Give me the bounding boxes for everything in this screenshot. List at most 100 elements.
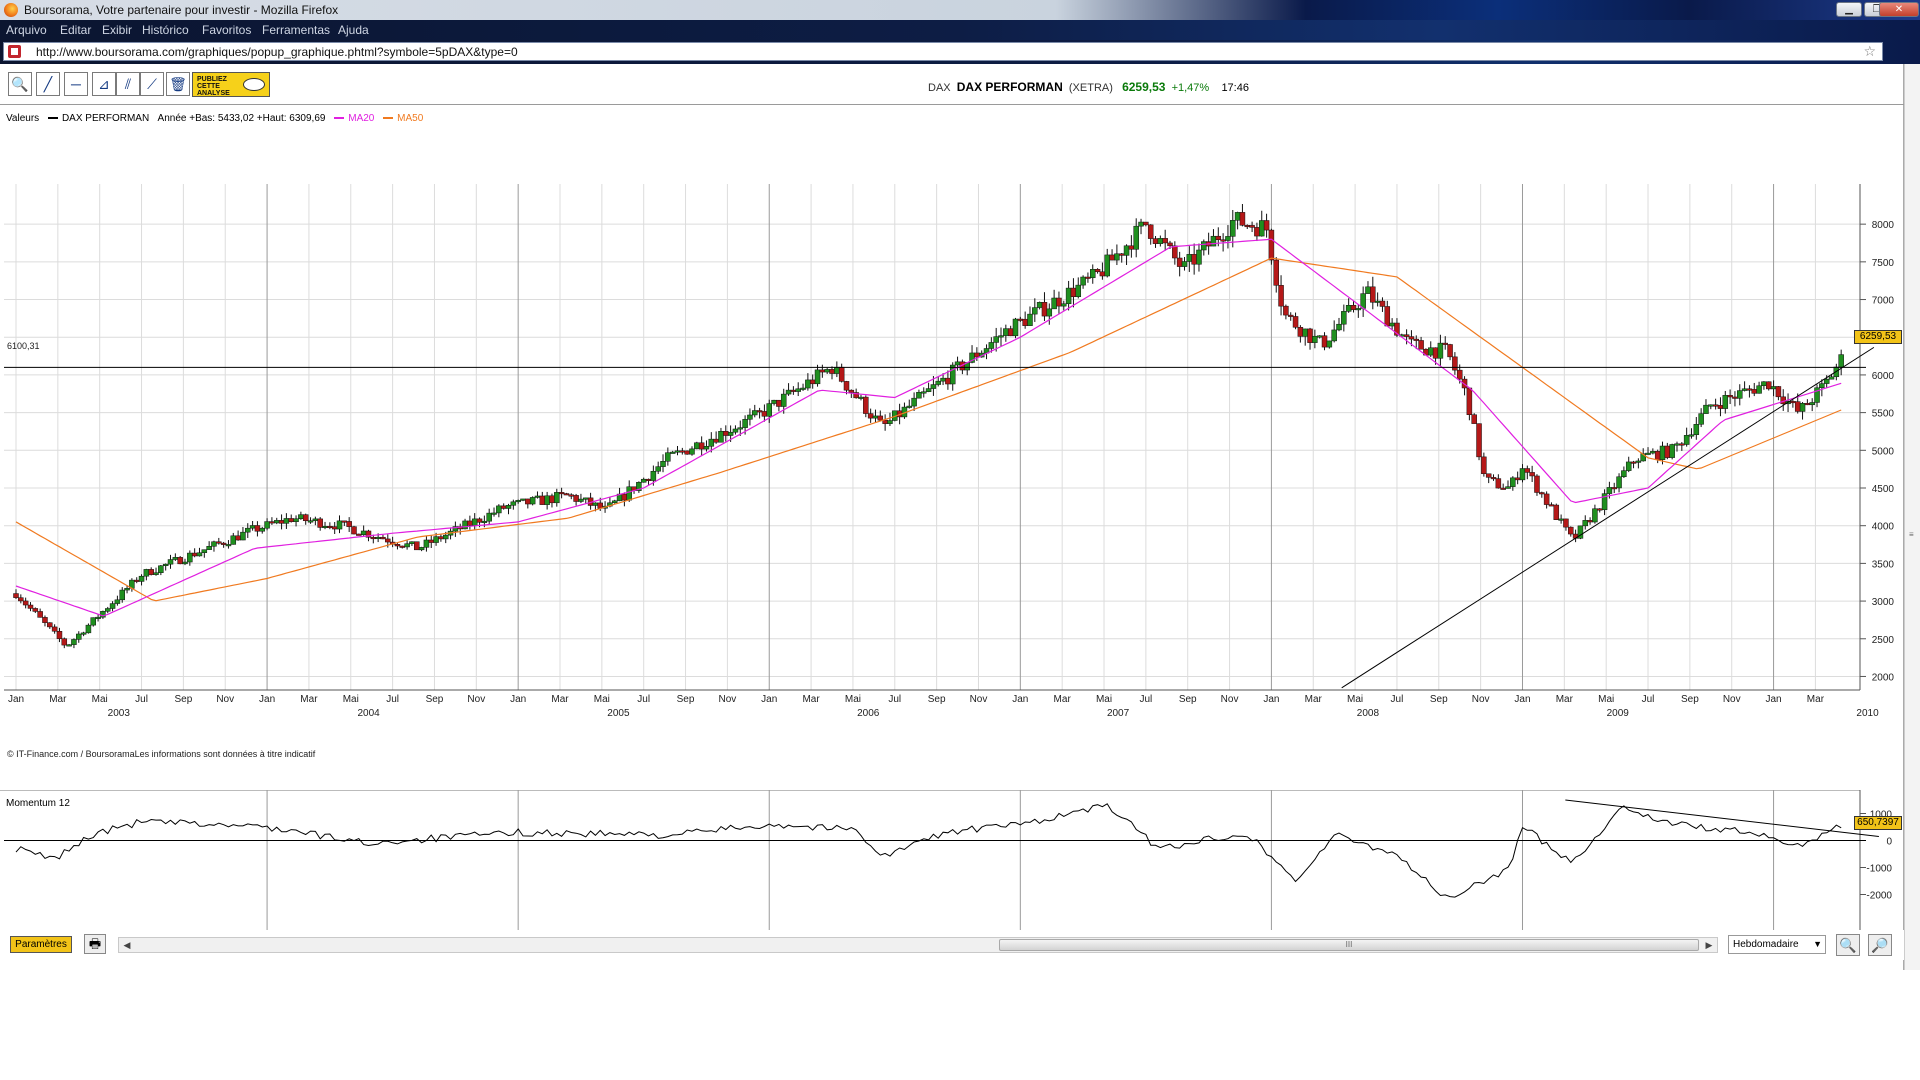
- candle-body: [568, 494, 575, 497]
- minimize-button[interactable]: ▁: [1836, 2, 1862, 17]
- parallel-lines-tool-icon[interactable]: ⫽: [116, 72, 140, 96]
- candle-body: [1722, 395, 1729, 409]
- candle-body: [1510, 477, 1516, 487]
- chart-scrollbar[interactable]: ◀ III ▶: [118, 937, 1718, 953]
- menu-exibir[interactable]: Exibir: [102, 23, 132, 37]
- candle-body: [1708, 404, 1714, 407]
- candle-body: [694, 442, 700, 450]
- candle-body: [1389, 322, 1395, 327]
- close-button[interactable]: ✕: [1879, 2, 1919, 17]
- candle-body: [650, 470, 657, 481]
- candle-body: [1645, 452, 1651, 455]
- candle-body: [341, 520, 348, 523]
- scroll-thumb[interactable]: III: [999, 939, 1699, 951]
- menu-ferramentas[interactable]: Ferramentas: [262, 23, 330, 37]
- candle-body: [1075, 284, 1082, 297]
- menu-favoritos[interactable]: Favoritos: [202, 23, 251, 37]
- candle-body: [1307, 328, 1313, 343]
- candle-body: [1017, 318, 1024, 321]
- trendline-tool-icon[interactable]: ╱: [36, 72, 60, 96]
- candle-body: [428, 539, 434, 543]
- month-tick-label: Jan: [761, 694, 777, 705]
- candle-body: [1176, 257, 1183, 267]
- candle-body: [563, 493, 570, 496]
- parametres-button[interactable]: Paramètres: [10, 936, 72, 953]
- candle-body: [1674, 443, 1680, 446]
- candle-body: [1379, 300, 1386, 307]
- trash-tool-icon[interactable]: 🗑: [166, 72, 190, 96]
- candle-body: [1345, 305, 1352, 312]
- url-text[interactable]: http://www.boursorama.com/graphiques/pop…: [36, 45, 518, 59]
- zoom-out-icon[interactable]: 🔍: [1836, 934, 1860, 956]
- zoom-tool-icon[interactable]: 🔍: [8, 72, 32, 96]
- momentum-chart[interactable]: -2000-100001000: [4, 790, 1904, 930]
- candle-body: [1553, 504, 1560, 520]
- candle-body: [640, 478, 647, 483]
- zoom-in-icon[interactable]: 🔎: [1868, 934, 1892, 956]
- candle-body: [1234, 212, 1241, 221]
- month-tick-label: Sep: [174, 694, 192, 705]
- candle-body: [394, 544, 401, 547]
- candle-body: [1350, 305, 1357, 310]
- candle-body: [1147, 224, 1154, 239]
- menu-ajuda[interactable]: Ajuda: [338, 23, 369, 37]
- candle-body: [525, 498, 531, 505]
- candle-body: [790, 389, 797, 392]
- menu-historico[interactable]: Histórico: [142, 23, 189, 37]
- momentum-value-tag: 650,7397: [1854, 816, 1902, 830]
- month-tick-label: Jul: [135, 694, 148, 705]
- candle-body: [558, 492, 565, 495]
- month-tick-label: Nov: [1472, 694, 1490, 705]
- menu-editar[interactable]: Editar: [60, 23, 91, 37]
- publiez-analyse-button[interactable]: PUBLIEZ CETTE ANALYSE: [192, 72, 270, 97]
- price-tick-label: 5000: [1872, 446, 1895, 457]
- horizontal-line-label: 6100,31: [7, 341, 40, 351]
- candle-body: [230, 535, 237, 545]
- fan-tool-icon[interactable]: ⟋: [140, 72, 164, 96]
- quote-header: DAX DAX PERFORMAN (XETRA) 6259,53 +1,47%…: [928, 80, 1249, 94]
- candle-body: [18, 597, 24, 602]
- candle-body: [592, 502, 599, 506]
- candle-body: [1452, 356, 1458, 371]
- window-title: Boursorama, Votre partenaire pour invest…: [24, 3, 339, 17]
- menu-arquivo[interactable]: Arquivo: [6, 23, 47, 37]
- title-bar: Boursorama, Votre partenaire pour invest…: [0, 0, 1920, 20]
- month-tick-label: Sep: [426, 694, 444, 705]
- candle-body: [322, 526, 328, 529]
- candle-body: [1201, 241, 1207, 251]
- candle-body: [423, 539, 430, 548]
- candle-body: [800, 387, 806, 390]
- candle-body: [1481, 456, 1487, 475]
- fibonacci-tool-icon[interactable]: ⊿: [92, 72, 116, 96]
- candle-body: [90, 617, 97, 626]
- price-chart[interactable]: 2000250030003500400045005000550060006500…: [4, 124, 1904, 774]
- scroll-left-icon[interactable]: ◀: [120, 939, 134, 951]
- print-icon[interactable]: 🖶: [84, 934, 106, 954]
- candle-body: [877, 415, 884, 421]
- candle-body: [1012, 318, 1019, 337]
- candle-body: [104, 608, 111, 612]
- candle-body: [1495, 478, 1502, 489]
- horizontal-line-tool-icon[interactable]: ─: [64, 72, 88, 96]
- scroll-grip-icon: ≡: [1909, 530, 1914, 539]
- period-select[interactable]: Hebdomadaire ▼: [1728, 935, 1826, 954]
- bookmark-star-icon[interactable]: ☆: [1863, 43, 1876, 60]
- month-tick-label: Nov: [467, 694, 485, 705]
- candle-body: [283, 518, 290, 524]
- candle-body: [1032, 307, 1038, 315]
- page-scrollbar[interactable]: ≡: [1904, 64, 1920, 970]
- candle-body: [1799, 403, 1806, 412]
- scroll-right-icon[interactable]: ▶: [1702, 939, 1716, 951]
- graph-popup: 🔍 ╱ ─ ⊿ ⫽ ⟋ 🗑 PUBLIEZ CETTE ANALYSE DAX …: [0, 64, 1904, 970]
- url-field[interactable]: http://www.boursorama.com/graphiques/pop…: [3, 42, 1883, 61]
- month-tick-label: Mar: [1305, 694, 1323, 705]
- candle-body: [1770, 386, 1777, 390]
- candle-body: [1505, 486, 1511, 489]
- candle-body: [187, 552, 193, 563]
- candle-body: [1403, 334, 1410, 337]
- candle-body: [539, 495, 546, 505]
- candle-body: [723, 431, 729, 436]
- candle-body: [611, 500, 618, 504]
- candle-body: [254, 525, 261, 532]
- candle-body: [1230, 220, 1236, 237]
